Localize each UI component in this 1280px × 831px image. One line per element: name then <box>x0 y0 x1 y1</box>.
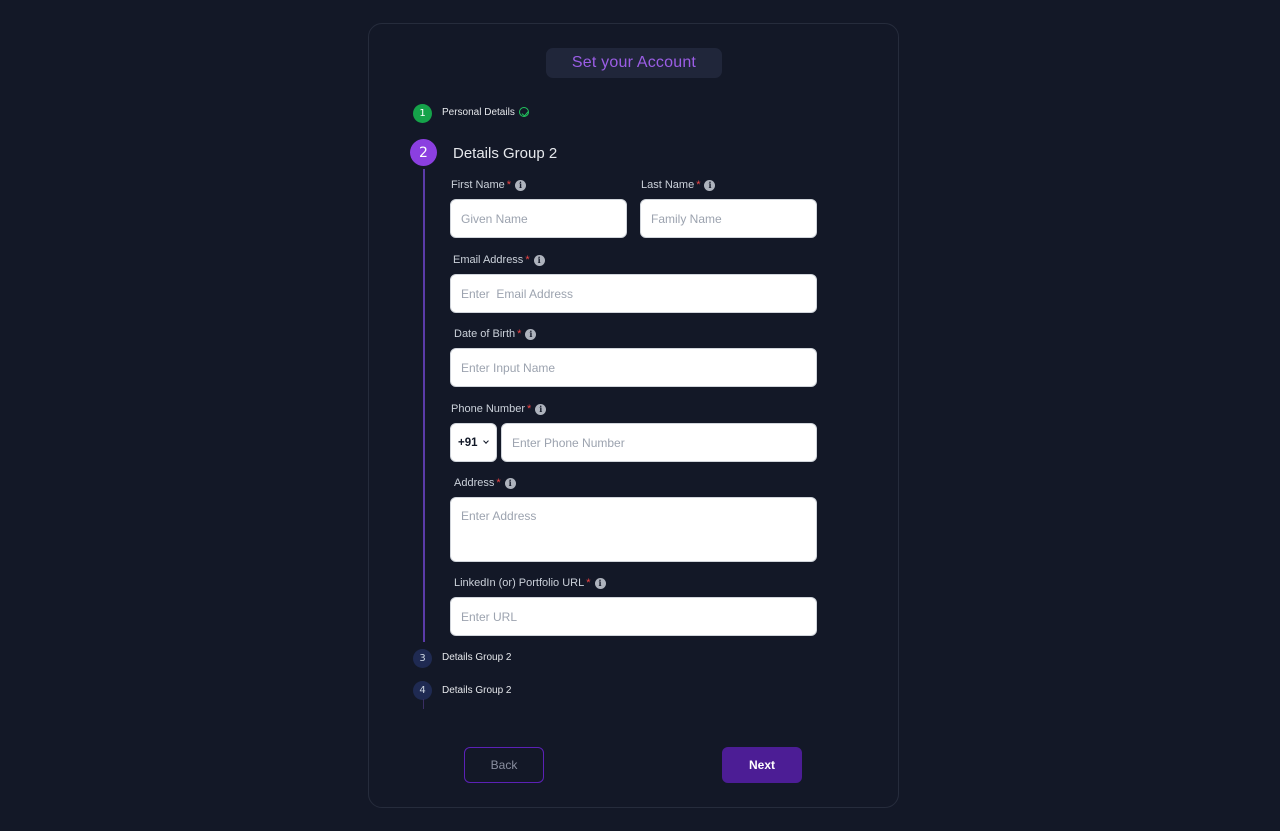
address-label: Address * i <box>454 477 516 489</box>
dob-label-text: Date of Birth <box>454 328 516 340</box>
last-name-label-text: Last Name <box>641 179 695 191</box>
required-mark: * <box>527 403 532 415</box>
first-name-label: First Name * i <box>451 179 527 191</box>
address-input[interactable] <box>450 497 817 562</box>
required-mark: * <box>525 254 530 266</box>
first-name-input[interactable] <box>450 199 627 238</box>
next-button[interactable]: Next <box>722 747 802 783</box>
required-mark: * <box>517 328 522 340</box>
required-mark: * <box>506 179 512 191</box>
info-icon[interactable]: i <box>594 577 606 589</box>
required-mark: * <box>496 477 501 489</box>
country-code-value: +91 <box>458 436 478 449</box>
email-label-text: Email Address <box>453 254 524 266</box>
dob-label: Date of Birth * i <box>454 328 537 340</box>
check-circle-icon <box>519 107 529 117</box>
first-name-label-text: First Name <box>451 179 505 191</box>
step-1-circle[interactable]: 1 <box>413 104 432 123</box>
info-icon[interactable]: i <box>704 179 716 191</box>
last-name-input[interactable] <box>640 199 817 238</box>
address-label-text: Address <box>454 477 495 489</box>
step-4-circle[interactable]: 4 <box>413 681 432 700</box>
step-2-label[interactable]: Details Group 2 <box>453 145 557 162</box>
country-code-select[interactable]: +91 <box>450 423 497 462</box>
required-mark: * <box>586 577 591 589</box>
email-input[interactable] <box>450 274 817 313</box>
info-icon[interactable]: i <box>525 328 537 340</box>
step-progress-line-tail <box>423 699 424 709</box>
step-3-circle[interactable]: 3 <box>413 649 432 668</box>
phone-label: Phone Number * i <box>451 403 547 415</box>
step-4-label[interactable]: Details Group 2 <box>442 685 511 696</box>
info-icon[interactable]: i <box>535 403 547 415</box>
url-label-text: LinkedIn (or) Portfolio URL <box>454 577 585 589</box>
url-input[interactable] <box>450 597 817 636</box>
back-button[interactable]: Back <box>464 747 544 783</box>
account-setup-card: Set your Account 1 Personal Details 2 De… <box>368 23 899 808</box>
step-1-label[interactable]: Personal Details <box>442 107 515 118</box>
last-name-label: Last Name * i <box>641 179 716 191</box>
info-icon[interactable]: i <box>533 254 545 266</box>
step-2-circle[interactable]: 2 <box>410 139 437 166</box>
step-progress-line <box>423 169 425 642</box>
dob-input[interactable] <box>450 348 817 387</box>
step-3-label[interactable]: Details Group 2 <box>442 652 511 663</box>
phone-label-text: Phone Number <box>451 403 525 415</box>
required-mark: * <box>696 179 701 191</box>
phone-input[interactable] <box>501 423 817 462</box>
info-icon[interactable]: i <box>515 179 527 191</box>
chevron-down-icon <box>482 438 489 444</box>
page-title: Set your Account <box>546 48 722 78</box>
info-icon[interactable]: i <box>504 477 516 489</box>
url-label: LinkedIn (or) Portfolio URL * i <box>454 577 606 589</box>
email-label: Email Address * i <box>453 254 545 266</box>
